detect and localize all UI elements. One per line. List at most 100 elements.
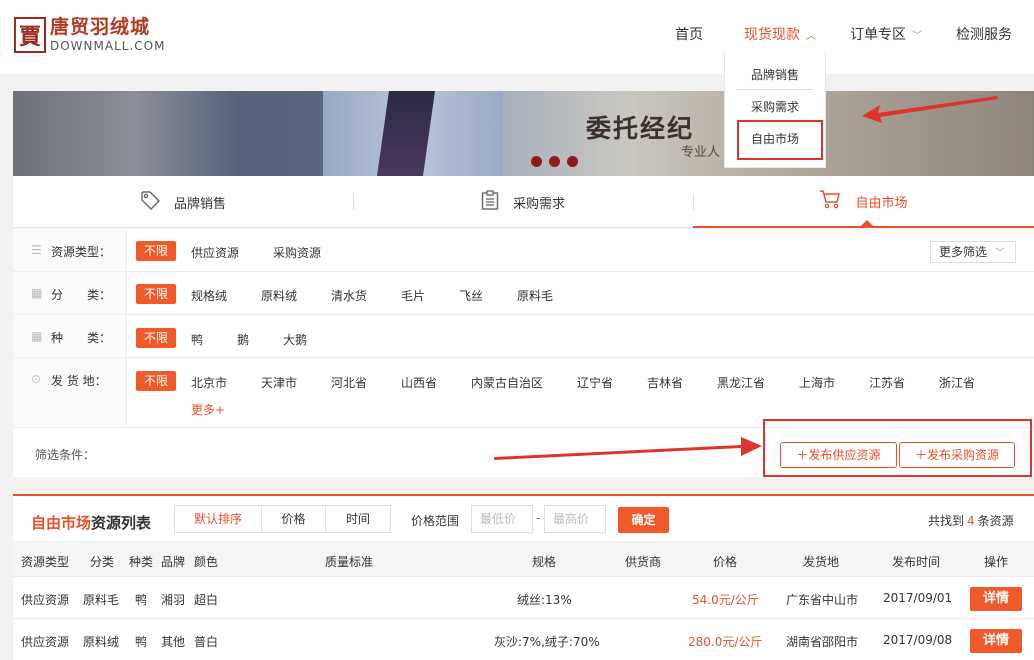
cell-color: 超白 (194, 593, 219, 607)
result-count: 共找到 4 条资源 (928, 512, 1014, 529)
filter-row-origin: ⊙ 发 货 地： 不限 北京市 天津市 河北省 山西省 内蒙古自治区 辽宁省 吉… (13, 358, 1034, 428)
spot-dropdown-menu: 品牌销售 采购需求 自由市场 (724, 52, 826, 168)
filter-option[interactable]: 大鹅 (283, 331, 307, 348)
grid-icon: ▦ (31, 329, 43, 343)
cart-icon (819, 189, 841, 214)
filter-option[interactable]: 黑龙江省 (717, 374, 765, 391)
result-count-number: 4 (967, 514, 975, 528)
confirm-button[interactable]: 确定 (618, 507, 669, 533)
filter-label-cell: ▦ 分 类： (13, 272, 127, 314)
cell-color: 普白 (194, 635, 219, 649)
sort-default-button[interactable]: 默认排序 (175, 506, 262, 532)
filter-option[interactable]: 原料绒 (261, 287, 297, 304)
filter-option-any[interactable]: 不限 (136, 284, 176, 304)
filter-option[interactable]: 规格绒 (191, 287, 227, 304)
cell-date: 2017/09/08 (883, 633, 953, 647)
table-header: 资源类型 分类 种类 品牌 颜色 质量标准 规格 供货商 价格 发货地 发布时间… (13, 541, 1034, 577)
filter-option[interactable]: 采购资源 (273, 244, 321, 261)
filter-option[interactable]: 鸭 (191, 331, 203, 348)
active-tab-caret (861, 220, 873, 226)
filter-label: 种 类： (51, 331, 112, 345)
column-header: 规格 (532, 555, 557, 569)
filter-label-cell: ▦ 种 类： (13, 315, 127, 357)
cell-species: 鸭 (135, 593, 148, 607)
detail-button[interactable]: 详情 (970, 629, 1022, 653)
filter-option[interactable]: 浙江省 (939, 374, 975, 391)
table-row: 供应资源 原料绒 鸭 其他 普白 灰沙:7%,绒子:70% 280.0元/公斤 … (13, 619, 1034, 660)
price-range-label: 价格范围 (411, 514, 460, 528)
result-count-suffix: 条资源 (977, 514, 1014, 528)
tab-purchase[interactable]: 采购需求 (353, 176, 693, 228)
filter-option[interactable]: 河北省 (331, 374, 367, 391)
filter-option[interactable]: 辽宁省 (577, 374, 613, 391)
dropdown-divider (737, 89, 813, 90)
header: 賈 唐贸羽绒城 DOWNMALL.COM 首页 现货现款 ︿ 订单专区 ﹀ 检测服务 (0, 0, 1034, 74)
logo-name: 唐贸羽绒城 (50, 16, 151, 38)
filter-option-any[interactable]: 不限 (136, 241, 176, 261)
min-price-input[interactable]: 最低价 (471, 505, 533, 533)
nav-home[interactable]: 首页 (675, 24, 703, 44)
filter-option[interactable]: 吉林省 (647, 374, 683, 391)
chevron-up-icon: ︿ (806, 31, 816, 42)
tab-brand-sales[interactable]: 品牌销售 (13, 176, 353, 228)
nav-orders[interactable]: 订单专区 ﹀ (850, 24, 922, 44)
cell-origin: 湖南省邵阳市 (786, 635, 859, 649)
sort-time-button[interactable]: 时间 (326, 506, 390, 532)
nav-inspection[interactable]: 检测服务 (956, 24, 1012, 44)
tab-label: 品牌销售 (173, 196, 226, 212)
filter-option[interactable]: 清水货 (331, 287, 367, 304)
range-dash: - (536, 511, 541, 525)
filter-label: 发 货 地： (51, 374, 107, 388)
column-header: 价格 (713, 555, 738, 569)
nav-spot-label: 现货现款 (744, 27, 800, 43)
annotation-highlight-box (737, 120, 823, 160)
filter-option[interactable]: 供应资源 (191, 244, 239, 261)
more-filters-button[interactable]: 更多筛选 ﹀ (930, 241, 1016, 263)
nav-spot[interactable]: 现货现款 ︿ (744, 24, 816, 44)
carousel-dot[interactable] (549, 156, 560, 167)
filter-option[interactable]: 原料毛 (517, 287, 553, 304)
max-price-input[interactable]: 最高价 (544, 505, 606, 533)
table-row: 供应资源 原料毛 鸭 湘羽 超白 绒丝:13% 54.0元/公斤 广东省中山市 … (13, 577, 1034, 619)
filter-option-any[interactable]: 不限 (136, 328, 176, 348)
tag-icon (140, 190, 160, 215)
cell-type: 供应资源 (21, 593, 70, 607)
grid-icon: ▦ (31, 286, 43, 300)
column-header: 发布时间 (892, 555, 941, 569)
banner-title: 委托经纪 (586, 114, 695, 143)
column-header: 品牌 (161, 555, 186, 569)
filter-option[interactable]: 内蒙古自治区 (471, 374, 543, 391)
column-header: 发货地 (803, 555, 840, 569)
filter-option[interactable]: 飞丝 (459, 287, 483, 304)
site-logo[interactable]: 賈 唐贸羽绒城 DOWNMALL.COM (14, 17, 165, 53)
banner[interactable]: 委托经纪 专业人 (13, 91, 1034, 176)
filter-option[interactable]: 毛片 (401, 287, 425, 304)
cell-origin: 广东省中山市 (786, 593, 859, 607)
filter-conditions-label: 筛选条件： (35, 448, 96, 462)
filter-option[interactable]: 天津市 (261, 374, 297, 391)
filter-option[interactable]: 鹅 (237, 331, 249, 348)
filter-panel: ☰ 资源类型： 不限 供应资源 采购资源 更多筛选 ﹀ ▦ 分 类： 不限 规格… (13, 229, 1034, 477)
filter-option-any[interactable]: 不限 (136, 371, 176, 391)
filter-option[interactable]: 江苏省 (869, 374, 905, 391)
result-count-prefix: 共找到 (928, 514, 965, 528)
cell-spec: 绒丝:13% (517, 593, 572, 607)
filter-option[interactable]: 上海市 (799, 374, 835, 391)
cell-type: 供应资源 (21, 635, 70, 649)
dropdown-item-purchase[interactable]: 采购需求 (725, 98, 825, 115)
carousel-dot[interactable] (567, 156, 578, 167)
sort-price-button[interactable]: 价格 (262, 506, 326, 532)
filter-option[interactable]: 北京市 (191, 374, 227, 391)
nav-orders-label: 订单专区 (850, 27, 906, 43)
carousel-dot[interactable] (531, 156, 542, 167)
dropdown-item-brand-sales[interactable]: 品牌销售 (725, 66, 825, 83)
column-header: 质量标准 (325, 555, 374, 569)
list-title-highlight: 自由市场 (31, 514, 92, 532)
cell-date: 2017/09/01 (883, 591, 953, 605)
detail-button[interactable]: 详情 (970, 587, 1022, 611)
chevron-down-icon: ﹀ (912, 31, 922, 42)
more-origins-link[interactable]: 更多+ (191, 401, 225, 418)
filter-option[interactable]: 山西省 (401, 374, 437, 391)
filter-row-species: ▦ 种 类： 不限 鸭 鹅 大鹅 (13, 315, 1034, 358)
tab-label: 自由市场 (855, 195, 908, 211)
